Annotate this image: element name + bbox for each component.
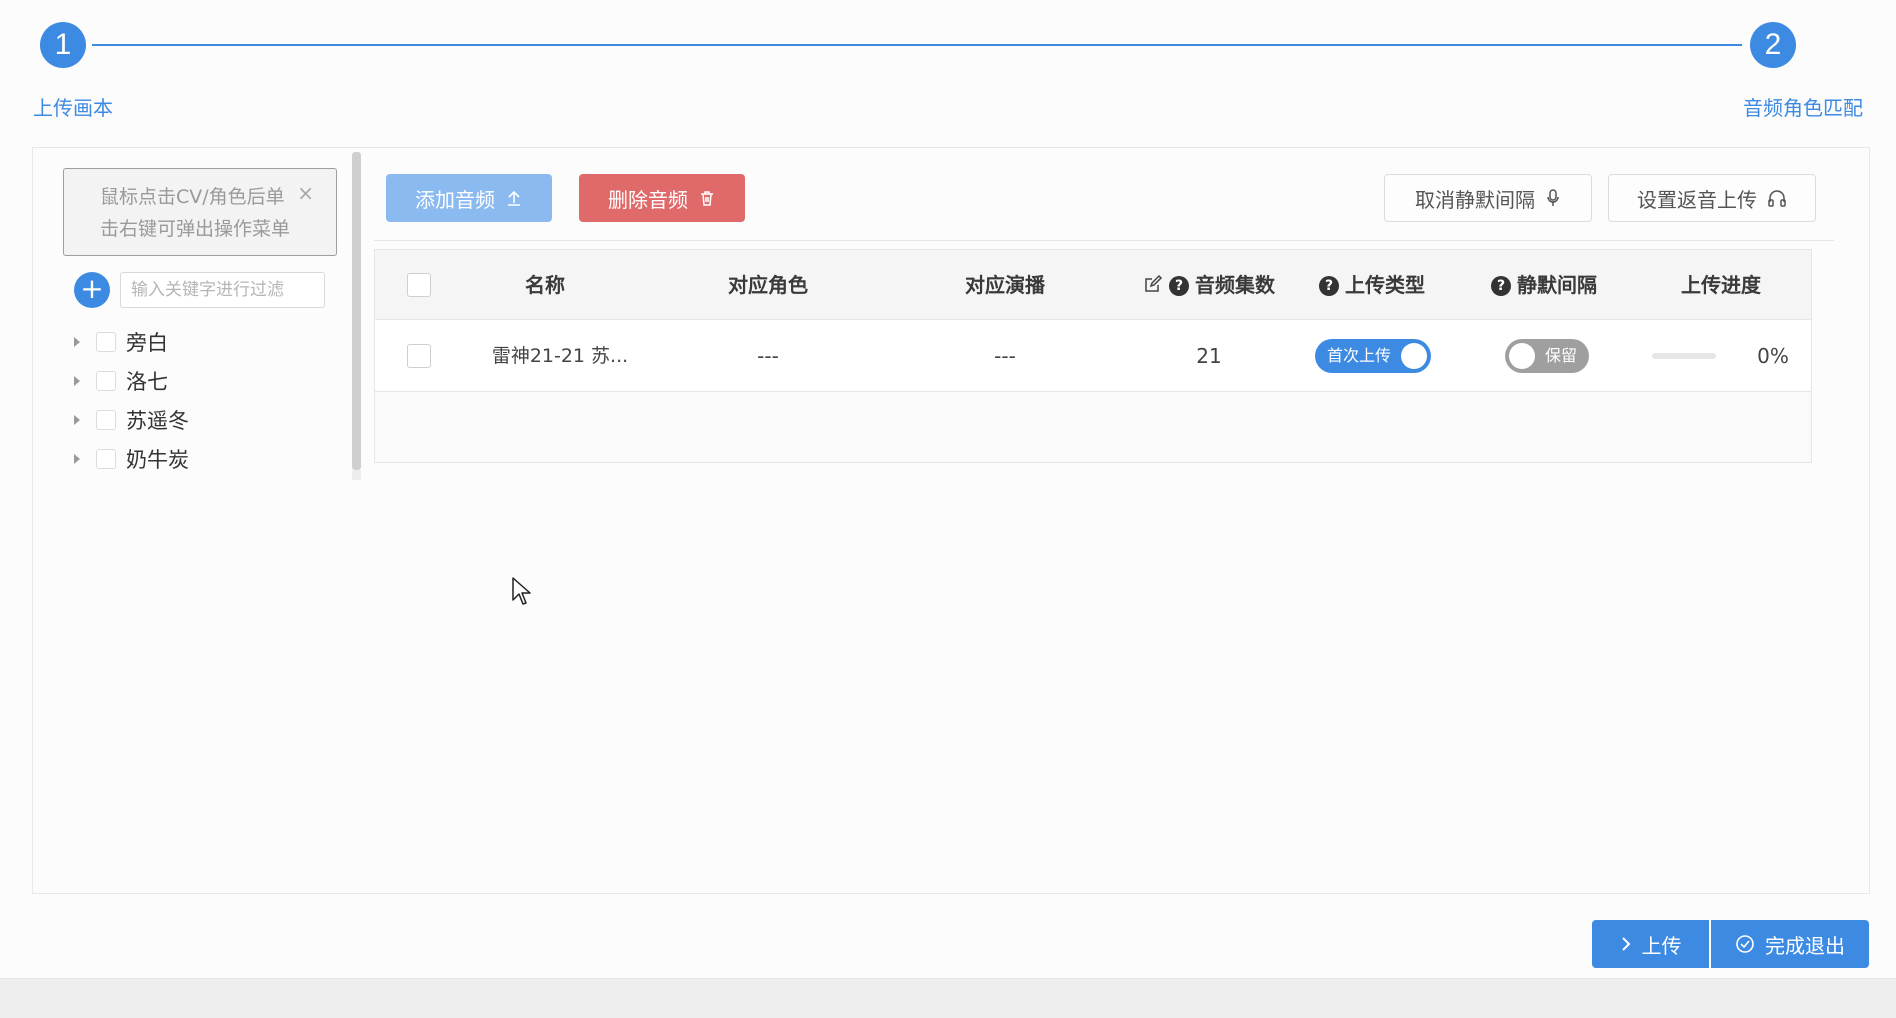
step-1-circle: 1 [40,22,86,68]
tree-item-label: 旁白 [126,331,168,355]
tree-checkbox[interactable] [96,371,116,391]
filter-input[interactable] [120,272,325,308]
cell-episodes: 21 [1196,344,1222,368]
column-header-silence-label: 静默间隔 [1517,273,1597,297]
caret-right-icon[interactable] [74,454,80,464]
row-checkbox[interactable] [407,344,431,368]
column-header-episodes: ? 音频集数 [1129,250,1289,320]
cell-progress-text: 0% [1757,344,1789,368]
upload-button-label: 上传 [1641,933,1682,958]
column-header-progress: 上传进度 [1681,273,1761,297]
context-menu-tip: 鼠标点击CV/角色后单 击右键可弹出操作菜单 × [63,168,337,256]
add-role-button[interactable]: + [74,272,110,308]
finish-exit-button[interactable]: 完成退出 [1711,920,1869,968]
upload-button[interactable]: 上传 [1592,920,1709,968]
tree-item[interactable]: 奶牛炭 [74,444,189,474]
upload-progress-bar [1652,353,1716,359]
step-2-label: 音频角色匹配 [1743,96,1863,120]
cancel-silence-button[interactable]: 取消静默间隔 [1384,174,1592,222]
caret-right-icon[interactable] [74,376,80,386]
trash-icon [701,191,713,206]
headphones-icon [1768,190,1786,207]
column-header-role: 对应角色 [728,273,808,297]
set-return-upload-label: 设置返音上传 [1637,187,1757,212]
audio-table: 名称 对应角色 对应演播 ? 音频集数 ? 上传类型 ? 静默间隔 上传进度 雷神21… [374,249,1812,463]
column-header-episodes-label: 音频集数 [1195,273,1275,297]
tree-checkbox[interactable] [96,332,116,352]
cell-role: --- [757,344,779,368]
upload-icon [508,190,520,206]
tree-checkbox[interactable] [96,449,116,469]
set-return-upload-button[interactable]: 设置返音上传 [1608,174,1816,222]
close-icon[interactable]: × [297,177,314,209]
column-header-upload-type-label: 上传类型 [1345,273,1425,297]
column-header-performer: 对应演播 [965,273,1045,297]
table-row[interactable]: 雷神21-21 苏... --- --- 21 首次上传 保留 0% [375,320,1811,392]
tree-item-label: 奶牛炭 [126,448,189,472]
column-header-upload-type: ? 上传类型 [1292,250,1452,320]
toolbar-divider [374,240,1834,241]
left-pane-scrollbar[interactable] [352,152,361,470]
upload-wizard: 1 2 上传画本 音频角色匹配 鼠标点击CV/角色后单 击右键可弹出操作菜单 ×… [0,0,1896,978]
upload-type-toggle[interactable]: 首次上传 [1315,339,1431,373]
column-header-name: 名称 [525,273,565,297]
silence-toggle[interactable]: 保留 [1505,339,1589,373]
select-all-checkbox[interactable] [407,273,431,297]
finish-exit-label: 完成退出 [1765,933,1845,958]
add-audio-button[interactable]: 添加音频 [386,174,552,222]
tree-item[interactable]: 洛七 [74,366,168,396]
table-header: 名称 对应角色 对应演播 ? 音频集数 ? 上传类型 ? 静默间隔 上传进度 [375,250,1811,320]
step-2-circle: 2 [1750,22,1796,68]
cell-performer: --- [994,344,1016,368]
column-header-silence: ? 静默间隔 [1464,250,1624,320]
add-audio-label: 添加音频 [415,187,495,212]
delete-audio-label: 删除音频 [608,187,688,212]
cell-name: 雷神21-21 苏... [491,345,629,367]
toggle-knob [1509,343,1535,369]
question-circle-icon[interactable]: ? [1169,276,1189,296]
tree-checkbox[interactable] [96,410,116,430]
tree-item-label: 洛七 [126,370,168,394]
tree-item-label: 苏遥冬 [126,409,189,433]
bottom-strip [0,978,1896,1018]
question-circle-icon[interactable]: ? [1491,276,1511,296]
silence-toggle-label: 保留 [1544,346,1577,365]
tree-item[interactable]: 苏遥冬 [74,405,189,435]
stepper-progress-line [92,44,1742,46]
check-circle-icon [1736,935,1754,953]
mouse-cursor-icon [512,577,531,605]
tree-item[interactable]: 旁白 [74,327,168,357]
tip-text-line2: 击右键可弹出操作菜单 [100,218,291,240]
scrollbar-track [352,470,361,480]
toggle-knob [1401,343,1427,369]
microphone-icon [1547,189,1559,206]
upload-type-toggle-label: 首次上传 [1327,346,1392,365]
caret-right-icon[interactable] [74,415,80,425]
question-circle-icon[interactable]: ? [1319,276,1339,296]
chevron-right-icon [1621,937,1630,951]
delete-audio-button[interactable]: 删除音频 [579,174,745,222]
cancel-silence-label: 取消静默间隔 [1415,187,1535,212]
edit-icon[interactable] [1143,274,1163,294]
caret-right-icon[interactable] [74,337,80,347]
step-1-label: 上传画本 [33,96,113,120]
